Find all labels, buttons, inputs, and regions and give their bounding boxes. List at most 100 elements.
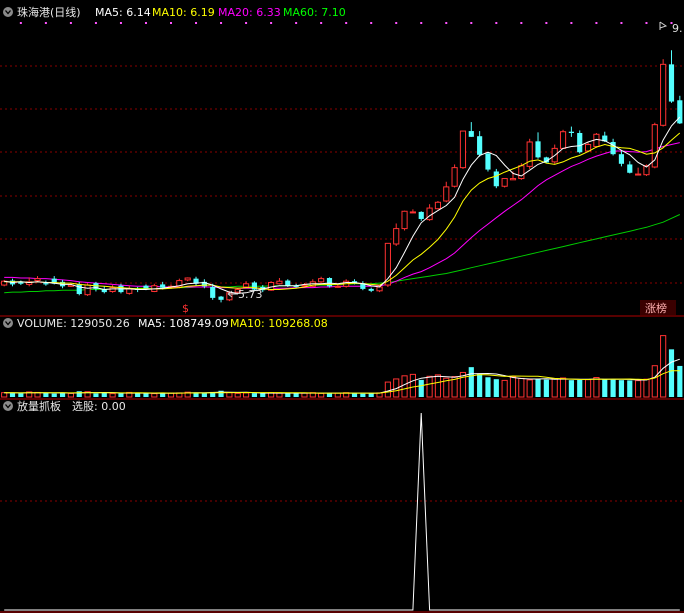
candle-body (318, 278, 325, 283)
candle-body (434, 201, 442, 210)
volume-bar (167, 392, 175, 398)
candle-body (577, 132, 583, 153)
volume-bar (59, 393, 66, 397)
signal-dot (470, 22, 473, 24)
volume-bar (151, 393, 158, 398)
candle (26, 277, 33, 287)
candle-body (418, 211, 424, 219)
indicator-line (4, 412, 680, 611)
candle (318, 276, 325, 283)
candle (501, 178, 508, 188)
candle-body (618, 154, 625, 164)
candle (485, 152, 491, 172)
candle-body (559, 131, 567, 149)
volume-bar (67, 392, 74, 398)
indicator-value: 选股: 0.00 (72, 400, 126, 413)
volume-bar (643, 378, 650, 398)
volume-bar (426, 375, 433, 398)
candle (559, 129, 567, 150)
volume-bar (535, 379, 541, 397)
volume-bar (143, 393, 149, 397)
signal-dot (445, 22, 448, 24)
volume-bar (627, 380, 633, 397)
candle-body (368, 288, 374, 291)
candle-body (376, 286, 383, 292)
volume-bar (334, 392, 341, 398)
ma60-label: MA60: 7.10 (283, 6, 346, 19)
volume-bar (9, 393, 16, 397)
volume-label: VOLUME: 129050.26 (17, 317, 130, 330)
signal-dot (245, 22, 248, 24)
signal-dot (295, 22, 298, 24)
candle-body (635, 173, 642, 176)
chart-frame (0, 315, 684, 613)
volume-bar (260, 393, 266, 397)
volume-bar (251, 393, 258, 397)
candle (577, 130, 583, 154)
candle-body (668, 64, 675, 102)
candle-body (276, 280, 283, 285)
volume-ma5-label: MA5: 108749.09 (138, 317, 229, 330)
candle (434, 201, 442, 210)
candle (618, 150, 625, 167)
ma60-line (4, 214, 681, 294)
volume-bar (18, 393, 24, 397)
ma20-label: MA20: 6.33 (218, 6, 281, 19)
volume-bar (551, 378, 558, 398)
volume-bar (93, 393, 99, 397)
volume-bar (518, 377, 525, 398)
candle-body (393, 228, 400, 245)
candle (660, 59, 667, 127)
candle (477, 131, 483, 157)
signal-dot (645, 22, 648, 24)
signal-dot (69, 22, 72, 24)
signal-dot (220, 22, 223, 24)
panel-menu-icon[interactable] (3, 7, 13, 17)
candle (459, 130, 467, 169)
candle-body (509, 178, 517, 181)
signal-dot (44, 22, 47, 24)
volume-bar (234, 392, 241, 398)
volume-bar (468, 367, 474, 397)
volume-bar (293, 393, 299, 397)
signal-dot (370, 22, 373, 24)
rank-badge-label: 涨榜 (645, 301, 667, 315)
candle-body (210, 286, 216, 298)
volume-bar (434, 374, 442, 398)
indicator-menu-icon[interactable] (3, 401, 13, 411)
volume-menu-icon[interactable] (3, 318, 13, 328)
volume-bar (368, 393, 374, 397)
candle (468, 122, 474, 137)
signal-dot (545, 22, 548, 24)
candle-body (485, 153, 491, 170)
candle (635, 167, 642, 176)
volume-bar (668, 349, 675, 397)
signal-dot (520, 22, 523, 24)
candle-body (160, 284, 166, 288)
signal-dot (620, 22, 623, 24)
candle-body (34, 278, 41, 282)
candle-body (43, 283, 49, 285)
low-price-marker: 5.73 (227, 288, 263, 301)
indicator-path (4, 412, 680, 611)
signal-dot (94, 22, 97, 24)
candle-body (18, 282, 24, 284)
candle (451, 164, 458, 188)
candlesticks (1, 50, 683, 303)
signal-dot (19, 22, 22, 24)
volume-bar (401, 375, 408, 398)
volume-bar (485, 377, 491, 397)
candle (368, 287, 374, 293)
candle (151, 283, 158, 293)
high-price-label: 9. (672, 22, 683, 35)
candle (93, 281, 99, 292)
volume-bar (351, 393, 358, 397)
candle-body (242, 283, 250, 288)
candle-body (677, 100, 683, 124)
candle-body (126, 288, 133, 294)
candle-body (568, 131, 574, 133)
volume-bar (135, 393, 141, 397)
candle-body (409, 211, 416, 214)
signal-dot (144, 22, 147, 24)
volume-bar (559, 377, 567, 398)
